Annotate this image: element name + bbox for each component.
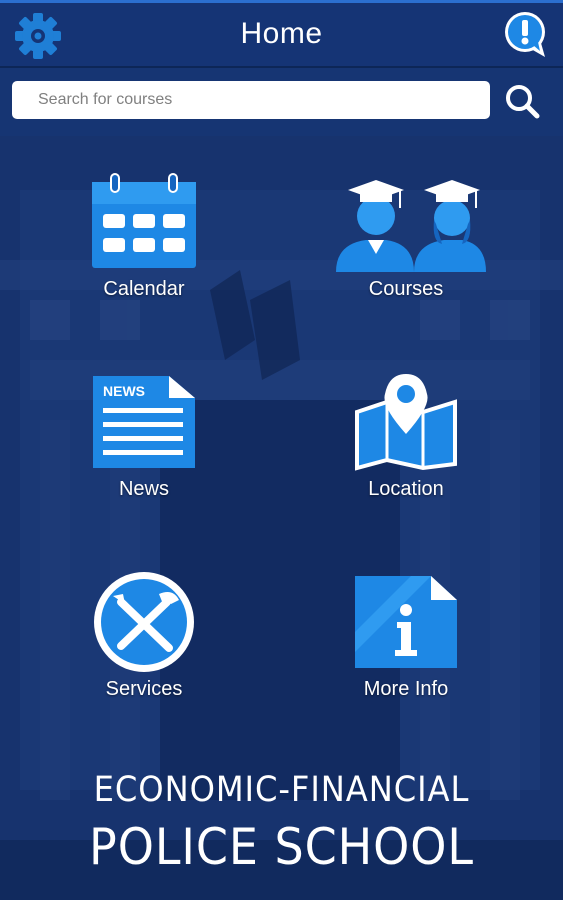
menu-item-label: Location [368, 478, 444, 500]
search-icon[interactable] [502, 82, 542, 122]
app-header: Home [0, 0, 563, 68]
menu-item-label: Services [105, 678, 183, 700]
graduates-icon [336, 180, 486, 272]
menu-item-label: Courses [368, 278, 444, 300]
menu-item-services[interactable]: Services [44, 572, 244, 701]
school-name-line1: ECONOMIC-FINANCIAL [93, 770, 470, 810]
menu-item-more-info[interactable]: More Info [306, 572, 506, 701]
page-title: Home [240, 17, 323, 50]
menu-item-calendar[interactable]: Calendar [44, 172, 244, 301]
menu-item-label: News [118, 478, 169, 500]
help-chat-icon[interactable] [501, 9, 551, 61]
news-icon: NEWS [93, 376, 195, 468]
search-bar [0, 68, 563, 136]
menu-item-location[interactable]: Location [306, 372, 506, 501]
svg-text:NEWS: NEWS [103, 383, 145, 399]
menu-item-label: More Info [363, 678, 449, 700]
menu-item-news[interactable]: NEWS News [44, 372, 244, 501]
calendar-icon [92, 173, 196, 268]
info-document-icon [355, 576, 457, 668]
menu-item-courses[interactable]: Courses [306, 172, 506, 301]
menu-item-label: Calendar [103, 278, 185, 300]
map-pin-icon [355, 374, 457, 471]
search-input[interactable] [12, 81, 490, 119]
school-name-line2: POLICE SCHOOL [89, 818, 474, 876]
tools-icon [94, 572, 194, 672]
